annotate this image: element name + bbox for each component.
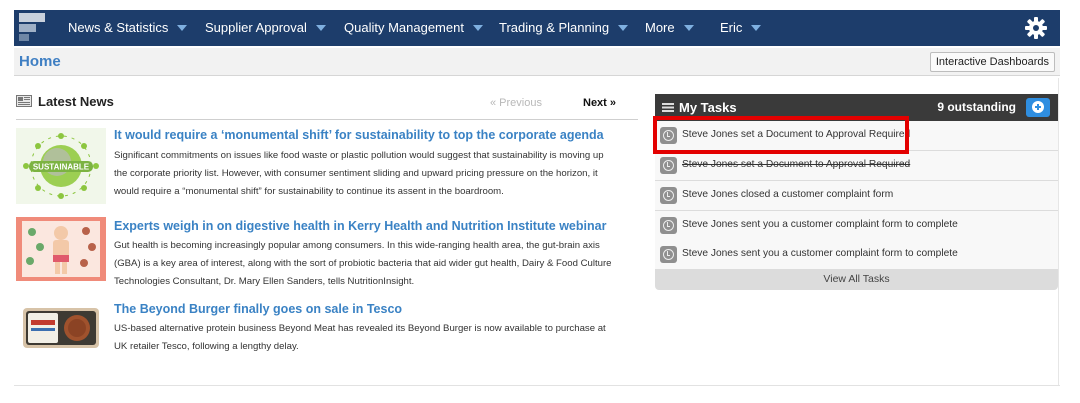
page-header: Home Interactive Dashboards (14, 48, 1060, 76)
nav-label: Supplier Approval (205, 20, 307, 35)
task-item[interactable]: Steve Jones closed a customer complaint … (655, 181, 1058, 211)
sustainable-globe-image: SUSTAINABLE (16, 128, 106, 204)
news-article: The Beyond Burger finally goes on sale i… (16, 300, 626, 356)
thumbnail-text: SUSTAINABLE (33, 163, 90, 172)
clock-icon (660, 217, 677, 234)
news-article-title[interactable]: The Beyond Burger finally goes on sale i… (114, 302, 624, 316)
page-title: Home (19, 53, 61, 70)
chevron-down-icon (683, 24, 694, 31)
news-panel-header: Latest News « Previous Next » (16, 86, 638, 120)
news-article-title[interactable]: It would require a ‘monumental shift’ fo… (114, 128, 624, 142)
nav-label: News & Statistics (68, 20, 169, 35)
previous-link[interactable]: « Previous (490, 97, 542, 109)
task-item[interactable]: Steve Jones set a Document to Approval R… (655, 151, 1058, 181)
news-article-summary: Significant commitments on issues like f… (114, 150, 604, 197)
my-tasks-panel: My Tasks 9 outstanding Steve Jones set a… (655, 94, 1058, 290)
nav-label: More (645, 20, 675, 35)
chevron-down-icon (177, 24, 188, 31)
clock-icon (660, 157, 677, 174)
nav-label: Eric (720, 20, 743, 35)
digestive-health-image (16, 217, 106, 281)
nav-trading-planning[interactable]: Trading & Planning (499, 10, 629, 46)
outstanding-count: 9 outstanding (937, 100, 1016, 114)
news-panel-title: Latest News (38, 94, 114, 109)
view-all-tasks-button[interactable]: View All Tasks (655, 269, 1058, 290)
clock-icon (660, 246, 677, 263)
nav-label: Quality Management (344, 20, 464, 35)
chevron-down-icon (315, 24, 326, 31)
nav-supplier-approval[interactable]: Supplier Approval (205, 10, 326, 46)
nav-quality-management[interactable]: Quality Management (344, 10, 483, 46)
add-task-button[interactable] (1026, 98, 1050, 117)
panel-border (1058, 78, 1059, 386)
top-navigation-bar: News & Statistics Supplier Approval Qual… (14, 10, 1060, 46)
app-logo[interactable] (19, 13, 45, 41)
chevron-down-icon (751, 24, 762, 31)
task-item[interactable]: Steve Jones set a Document to Approval R… (655, 121, 1058, 151)
clock-icon (660, 187, 677, 204)
next-link[interactable]: Next » (583, 97, 616, 109)
nav-user-menu[interactable]: Eric (720, 10, 762, 46)
tasks-panel-header: My Tasks 9 outstanding (655, 94, 1058, 121)
news-article: Experts weigh in on digestive health in … (16, 217, 626, 287)
plus-icon (1032, 101, 1044, 113)
interactive-dashboards-button[interactable]: Interactive Dashboards (929, 52, 1055, 72)
beyond-burger-image (20, 300, 102, 354)
news-article-title[interactable]: Experts weigh in on digestive health in … (114, 219, 624, 233)
chevron-down-icon (472, 24, 483, 31)
task-text: Steve Jones sent you a customer complain… (682, 219, 958, 230)
tasks-panel-title: My Tasks (679, 100, 737, 115)
task-item[interactable]: Steve Jones sent you a customer complain… (655, 211, 1058, 241)
clock-icon (660, 127, 677, 144)
news-article-summary: Gut health is becoming increasingly popu… (114, 240, 612, 287)
nav-more[interactable]: More (645, 10, 694, 46)
latest-news-panel: Latest News « Previous Next » SUSTAINABL… (16, 86, 638, 386)
news-article-summary: US-based alternative protein business Be… (114, 323, 606, 352)
nav-label: Trading & Planning (499, 20, 610, 35)
task-text: Steve Jones set a Document to Approval R… (682, 129, 911, 140)
task-text: Steve Jones closed a customer complaint … (682, 189, 894, 200)
newspaper-icon (16, 95, 32, 107)
gear-icon[interactable] (1024, 16, 1048, 40)
task-item[interactable]: Steve Jones sent you a customer complain… (655, 240, 1058, 270)
nav-news-statistics[interactable]: News & Statistics (68, 10, 188, 46)
chevron-down-icon (618, 24, 629, 31)
task-text-completed: Steve Jones set a Document to Approval R… (682, 159, 911, 170)
list-icon (662, 103, 674, 112)
task-text: Steve Jones sent you a customer complain… (682, 248, 958, 259)
news-article: SUSTAINABLE It would require a ‘monument… (16, 128, 626, 204)
divider (14, 385, 1060, 386)
